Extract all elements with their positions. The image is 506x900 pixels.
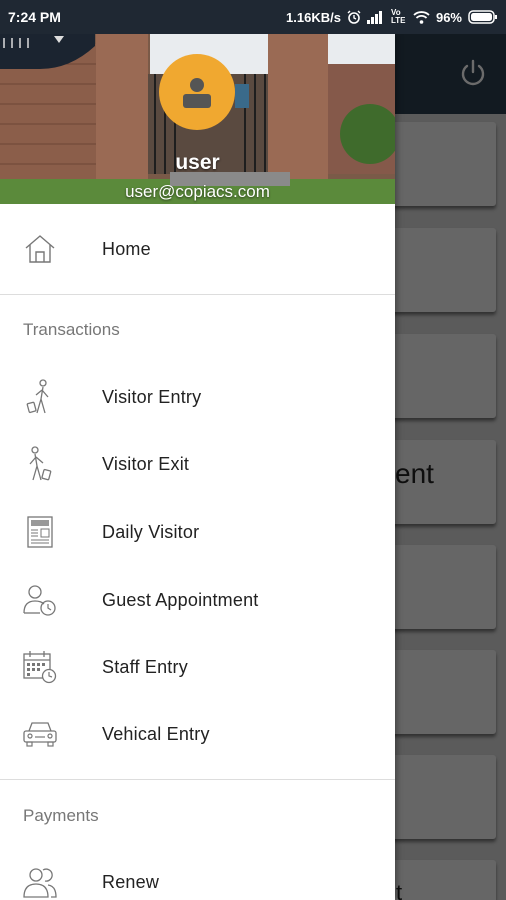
menu-item-label: Daily Visitor (102, 521, 200, 542)
visitor-entry-icon (22, 379, 58, 415)
menu-item-renew[interactable]: Renew (0, 852, 395, 900)
avatar[interactable] (159, 54, 235, 130)
alarm-icon (347, 10, 361, 24)
wifi-icon (413, 10, 430, 24)
menu-item-label: Visitor Exit (102, 453, 190, 474)
menu-item-home[interactable]: Home (0, 219, 395, 279)
visitor-exit-icon (22, 446, 58, 482)
navigation-drawer: user user@copiacs.com Home Transactions … (0, 34, 395, 900)
menu-item-label: Guest Appointment (102, 589, 259, 610)
menu-item-daily-visitor[interactable]: Daily Visitor (0, 502, 395, 562)
status-time: 7:24 PM (8, 9, 61, 25)
home-icon (22, 231, 58, 267)
battery-icon (468, 10, 498, 24)
user-clock-icon (22, 582, 58, 618)
menu-item-label: Vehical Entry (102, 723, 210, 744)
user-icon (177, 72, 217, 112)
divider (0, 779, 395, 780)
signal-icon (366, 10, 385, 24)
menu-item-label: Staff Entry (102, 656, 188, 677)
battery-percent: 96% (435, 9, 462, 25)
calendar-clock-icon (22, 649, 58, 685)
section-title-transactions: Transactions (23, 320, 120, 339)
divider (0, 294, 395, 295)
volte-indicator: Vo LTE (390, 8, 406, 25)
car-icon (22, 716, 58, 752)
menu-item-label: Visitor Entry (102, 386, 202, 407)
menu-item-vehical-entry[interactable]: Vehical Entry (0, 704, 395, 764)
menu-item-visitor-entry[interactable]: Visitor Entry (0, 367, 395, 427)
section-title-payments: Payments (23, 806, 99, 825)
status-bar: 7:24 PM 1.16KB/s Vo LTE 96% (0, 0, 506, 34)
menu-item-staff-entry[interactable]: Staff Entry (0, 637, 395, 697)
menu-item-label: Renew (102, 871, 160, 892)
users-icon (22, 864, 58, 900)
network-speed: 1.16KB/s (286, 9, 341, 25)
user-email: user@copiacs.com (125, 182, 270, 201)
newspaper-icon (22, 514, 58, 550)
user-name: user (175, 151, 220, 174)
drawer-header: user user@copiacs.com (0, 34, 395, 204)
menu-item-label: Home (102, 238, 151, 259)
menu-item-visitor-exit[interactable]: Visitor Exit (0, 434, 395, 494)
menu-item-guest-appointment[interactable]: Guest Appointment (0, 570, 395, 630)
